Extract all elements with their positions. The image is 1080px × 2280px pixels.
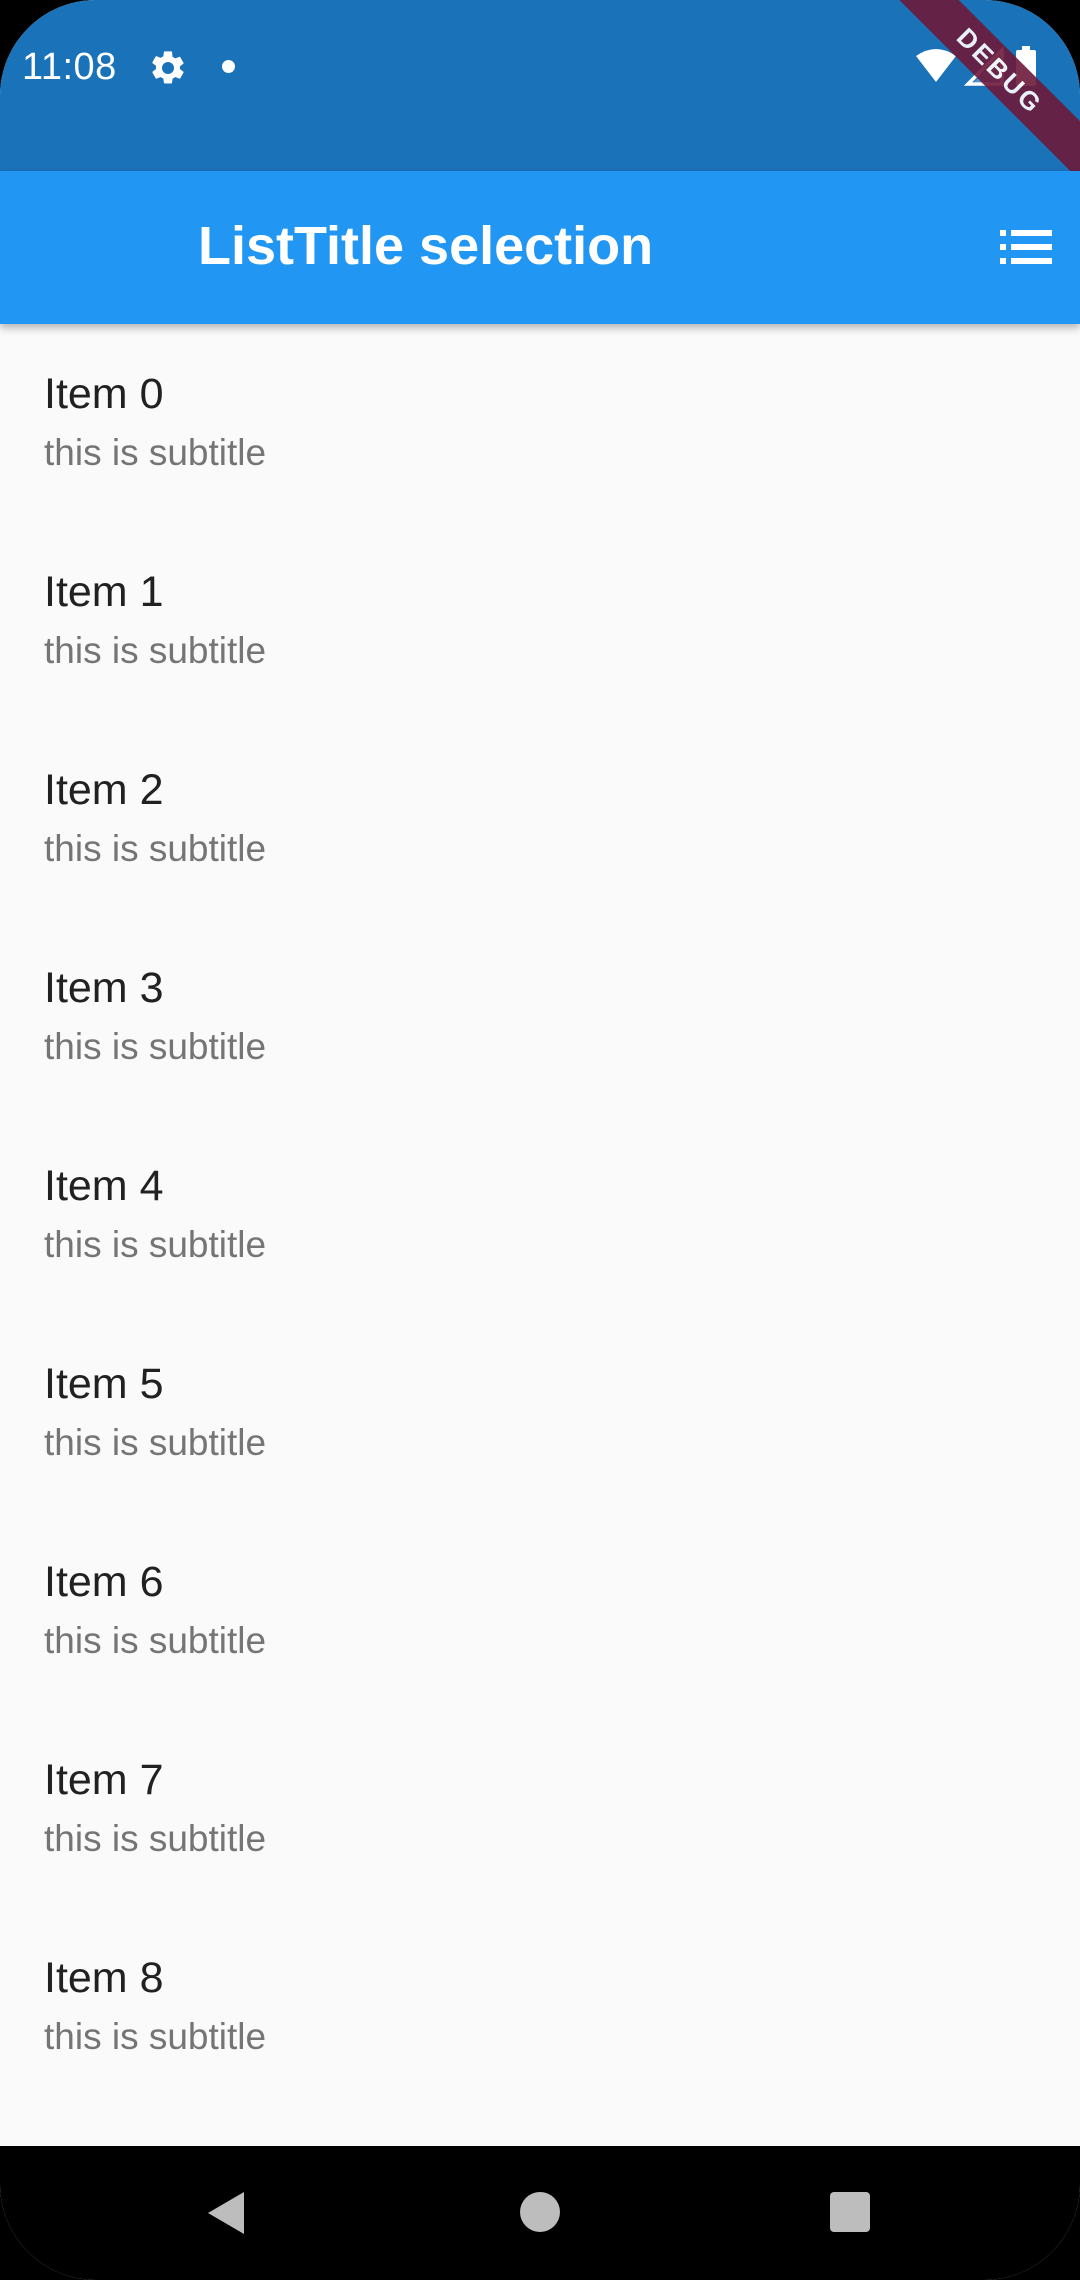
status-time: 11:08 <box>22 46 117 88</box>
item-subtitle: this is subtitle <box>44 2016 267 2057</box>
notification-dot-icon <box>222 60 235 73</box>
item-subtitle: this is subtitle <box>44 828 267 869</box>
item-subtitle: this is subtitle <box>44 1026 267 1067</box>
list-item[interactable]: Item 0 this is subtitle <box>0 324 1080 522</box>
page-title: ListTitle selection <box>198 216 654 276</box>
item-title: Item 7 <box>44 1756 164 1804</box>
item-subtitle: this is subtitle <box>44 1620 267 1661</box>
item-title: Item 6 <box>44 1558 164 1606</box>
status-icons <box>916 45 1036 86</box>
list-item[interactable]: Item 1 this is subtitle <box>0 522 1080 720</box>
list-item[interactable]: Item 3 this is subtitle <box>0 918 1080 1116</box>
list-icon <box>1000 230 1052 264</box>
app-bar: ListTitle selection <box>0 171 1080 324</box>
home-icon[interactable] <box>520 2192 560 2232</box>
item-title: Item 5 <box>44 1360 164 1408</box>
settings-icon <box>152 51 184 84</box>
item-list: Item 0 this is subtitle Item 1 this is s… <box>0 324 1080 2146</box>
item-subtitle: this is subtitle <box>44 630 267 671</box>
battery-icon <box>1016 46 1036 86</box>
recents-icon[interactable] <box>830 2192 870 2232</box>
item-subtitle: this is subtitle <box>44 1422 267 1463</box>
item-subtitle: this is subtitle <box>44 1818 267 1859</box>
list-item[interactable]: Item 7 this is subtitle <box>0 1710 1080 1908</box>
list-item[interactable]: Item 4 this is subtitle <box>0 1116 1080 1314</box>
system-nav-bar <box>0 2146 1080 2280</box>
status-bar: 11:08 <box>0 0 1080 171</box>
list-view-button[interactable] <box>996 217 1056 277</box>
item-title: Item 0 <box>44 370 164 418</box>
wifi-icon <box>916 49 956 82</box>
list-item[interactable]: Item 5 this is subtitle <box>0 1314 1080 1512</box>
item-title: Item 4 <box>44 1162 164 1210</box>
cell-signal-icon <box>963 45 1004 86</box>
item-title: Item 2 <box>44 766 164 814</box>
list-item[interactable]: Item 6 this is subtitle <box>0 1512 1080 1710</box>
item-title: Item 1 <box>44 568 164 616</box>
item-title: Item 3 <box>44 964 164 1012</box>
list-item[interactable]: Item 8 this is subtitle <box>0 1908 1080 2106</box>
back-icon[interactable] <box>204 2190 248 2236</box>
item-title: Item 8 <box>44 1954 164 2002</box>
list-item[interactable]: Item 2 this is subtitle <box>0 720 1080 918</box>
item-subtitle: this is subtitle <box>44 432 267 473</box>
item-subtitle: this is subtitle <box>44 1224 267 1265</box>
app-screen: 11:08 DEBUG ListTitle selection Item 0 t… <box>0 0 1080 2280</box>
